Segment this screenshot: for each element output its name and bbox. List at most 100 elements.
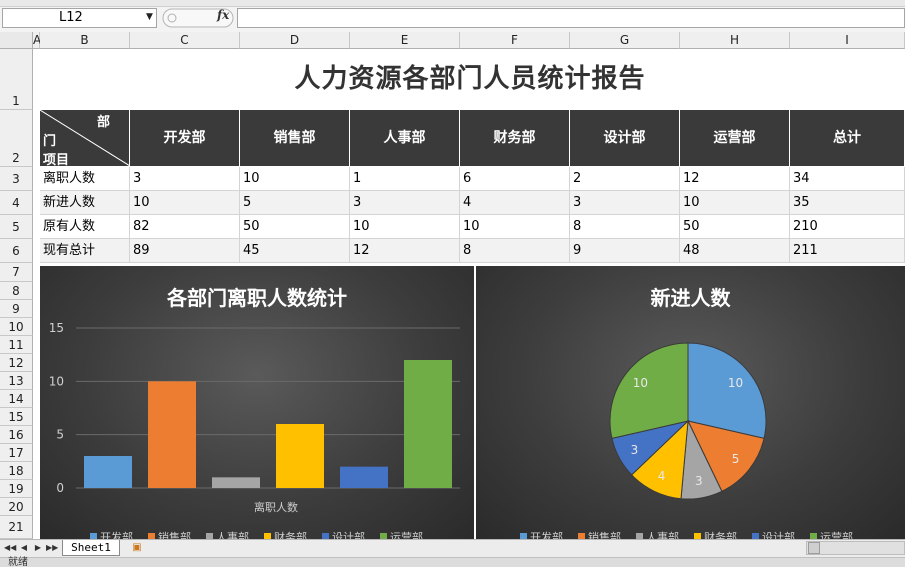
- pie-chart[interactable]: 新进人数 10 5 3 4 3 10 开发部 销售部 人事部 财务部 设计部 运营部: [476, 266, 905, 539]
- table-header-cell[interactable]: 运营部: [680, 110, 790, 166]
- table-cell[interactable]: 3: [570, 191, 680, 215]
- table-cell[interactable]: 50: [240, 215, 350, 239]
- status-bar: 就绪: [0, 557, 905, 568]
- row-header-19[interactable]: 19: [0, 480, 33, 498]
- insert-sheet-icon[interactable]: ▣: [128, 541, 146, 555]
- column-header-a[interactable]: A: [33, 32, 41, 49]
- legend-label: 销售部: [588, 530, 621, 539]
- table-cell[interactable]: 12: [680, 167, 790, 191]
- row-label-cell[interactable]: 原有人数: [40, 215, 130, 239]
- first-sheet-icon[interactable]: ◀◀: [4, 541, 16, 555]
- row-header-1[interactable]: 1: [0, 49, 33, 110]
- table-cell[interactable]: 10: [680, 191, 790, 215]
- name-box[interactable]: L12: [2, 8, 157, 28]
- table-cell[interactable]: 48: [680, 239, 790, 263]
- column-header-c[interactable]: C: [130, 32, 240, 49]
- diagonal-header-cell[interactable]: 部 门 项目: [40, 110, 130, 168]
- row-header-5[interactable]: 5: [0, 215, 33, 239]
- row-label-cell[interactable]: 现有总计: [40, 239, 130, 263]
- table-cell[interactable]: 1: [350, 167, 460, 191]
- pie-slice-5[interactable]: [609, 342, 689, 439]
- table-header-cell[interactable]: 销售部: [240, 110, 350, 166]
- pie-data-label: 3: [695, 474, 703, 488]
- bar-0[interactable]: [84, 456, 132, 488]
- table-cell[interactable]: 34: [790, 167, 905, 191]
- table-cell[interactable]: 210: [790, 215, 905, 239]
- legend-label: 人事部: [216, 530, 249, 539]
- row-header-15[interactable]: 15: [0, 408, 33, 426]
- row-label-cell[interactable]: 新进人数: [40, 191, 130, 215]
- table-cell[interactable]: 10: [350, 215, 460, 239]
- column-header-h[interactable]: H: [680, 32, 790, 49]
- table-cell[interactable]: 211: [790, 239, 905, 263]
- column-header-b[interactable]: B: [40, 32, 130, 49]
- select-all-corner[interactable]: [0, 32, 33, 49]
- table-cell[interactable]: 10: [240, 167, 350, 191]
- insert-function-button[interactable]: fx: [217, 8, 229, 22]
- table-cell[interactable]: 50: [680, 215, 790, 239]
- table-cell[interactable]: 3: [130, 167, 240, 191]
- column-header-d[interactable]: D: [240, 32, 350, 49]
- table-cell[interactable]: 12: [350, 239, 460, 263]
- table-cell[interactable]: 89: [130, 239, 240, 263]
- legend-label: 运营部: [390, 530, 423, 539]
- formula-input[interactable]: [237, 8, 905, 28]
- pie-data-label: 10: [633, 376, 648, 390]
- chevron-down-icon[interactable]: ▼: [146, 10, 156, 24]
- row-header-10[interactable]: 10: [0, 318, 33, 336]
- column-header-i[interactable]: I: [790, 32, 905, 49]
- table-cell[interactable]: 82: [130, 215, 240, 239]
- bar-5[interactable]: [404, 360, 452, 488]
- row-header-9[interactable]: 9: [0, 300, 33, 318]
- sheet-tab-sheet1[interactable]: Sheet1: [62, 540, 120, 556]
- row-header-4[interactable]: 4: [0, 191, 33, 215]
- last-sheet-icon[interactable]: ▶▶: [46, 541, 58, 555]
- column-header-g[interactable]: G: [570, 32, 680, 49]
- sheet-title: 人力资源各部门人员统计报告: [294, 64, 646, 94]
- table-cell[interactable]: 6: [460, 167, 570, 191]
- table-cell[interactable]: 8: [570, 215, 680, 239]
- prev-sheet-icon[interactable]: ◀: [18, 541, 30, 555]
- row-header-11[interactable]: 11: [0, 336, 33, 354]
- table-header-cell[interactable]: 开发部: [130, 110, 240, 166]
- column-header-e[interactable]: E: [350, 32, 460, 49]
- column-header-f[interactable]: F: [460, 32, 570, 49]
- row-header-17[interactable]: 17: [0, 444, 33, 462]
- table-header-cell[interactable]: 财务部: [460, 110, 570, 166]
- horizontal-scrollbar[interactable]: [806, 541, 905, 555]
- row-header-3[interactable]: 3: [0, 167, 33, 191]
- table-cell[interactable]: 2: [570, 167, 680, 191]
- row-header-20[interactable]: 20: [0, 498, 33, 516]
- row-header-13[interactable]: 13: [0, 372, 33, 390]
- bar-chart[interactable]: 各部门离职人数统计 0 5 10 15 离职人数 开发部 销售部 人事部 财务部 设计部 运营部: [40, 266, 474, 539]
- row-header-6[interactable]: 6: [0, 239, 33, 263]
- table-header-cell[interactable]: 人事部: [350, 110, 460, 166]
- table-cell[interactable]: 9: [570, 239, 680, 263]
- row-header-18[interactable]: 18: [0, 462, 33, 480]
- row-header-21[interactable]: 21: [0, 516, 33, 539]
- row-header-12[interactable]: 12: [0, 354, 33, 372]
- table-cell[interactable]: 10: [130, 191, 240, 215]
- table-cell[interactable]: 45: [240, 239, 350, 263]
- bar-1[interactable]: [148, 381, 196, 488]
- table-header-cell[interactable]: 设计部: [570, 110, 680, 166]
- table-cell[interactable]: 4: [460, 191, 570, 215]
- row-header-14[interactable]: 14: [0, 390, 33, 408]
- scrollbar-thumb[interactable]: [808, 542, 820, 554]
- table-cell[interactable]: 35: [790, 191, 905, 215]
- row-label-cell[interactable]: 离职人数: [40, 167, 130, 191]
- bar-4[interactable]: [340, 466, 388, 488]
- row-header-7[interactable]: 7: [0, 263, 33, 282]
- table-cell[interactable]: 10: [460, 215, 570, 239]
- table-cell[interactable]: 3: [350, 191, 460, 215]
- legend-label: 销售部: [158, 530, 191, 539]
- next-sheet-icon[interactable]: ▶: [32, 541, 44, 555]
- table-cell[interactable]: 5: [240, 191, 350, 215]
- table-cell[interactable]: 8: [460, 239, 570, 263]
- table-header-cell[interactable]: 总计: [790, 110, 905, 166]
- bar-2[interactable]: [212, 477, 260, 488]
- bar-3[interactable]: [276, 424, 324, 488]
- row-header-16[interactable]: 16: [0, 426, 33, 444]
- row-header-2[interactable]: 2: [0, 110, 33, 167]
- row-header-8[interactable]: 8: [0, 282, 33, 300]
